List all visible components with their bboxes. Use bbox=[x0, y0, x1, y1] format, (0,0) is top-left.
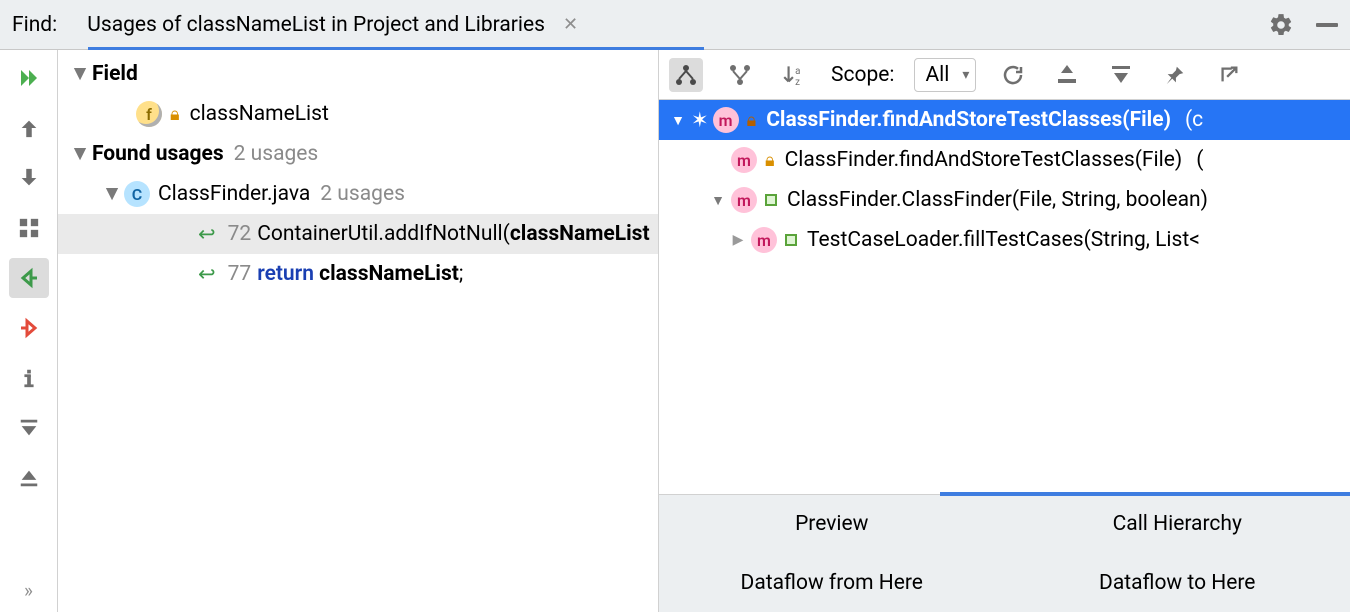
hierarchy-toolbar: az Scope: All bbox=[659, 50, 1350, 100]
field-icon: f bbox=[136, 101, 162, 127]
svg-text:z: z bbox=[795, 76, 800, 87]
autoscroll-icon[interactable] bbox=[1050, 58, 1084, 92]
file-name: ClassFinder.java bbox=[158, 182, 310, 206]
expand-bottom-icon[interactable] bbox=[9, 458, 49, 498]
more-icon[interactable]: » bbox=[24, 579, 33, 602]
tab-dataflow-from[interactable]: Dataflow from Here bbox=[659, 554, 1005, 612]
export-icon[interactable] bbox=[1212, 58, 1246, 92]
arrow-down-icon[interactable] bbox=[9, 158, 49, 198]
hier-method-name: TestCaseLoader.fillTestCases(String, Lis… bbox=[807, 228, 1200, 252]
pin-icon[interactable] bbox=[1158, 58, 1192, 92]
file-node[interactable]: ▼ C ClassFinder.java 2 usages bbox=[58, 174, 658, 214]
usages-tree: ▼ Field f 🔒︎ classNameList ▼ Found usage… bbox=[58, 50, 658, 612]
right-bottom-tabs: Preview Call Hierarchy Dataflow from Her… bbox=[659, 494, 1350, 612]
callee-hierarchy-icon[interactable] bbox=[669, 58, 703, 92]
usage-line-72[interactable]: ↩ 72 ContainerUtil.addIfNotNull( classNa… bbox=[58, 214, 658, 254]
field-section[interactable]: ▼ Field bbox=[58, 54, 658, 94]
chevron-down-icon: ▼ bbox=[68, 62, 92, 86]
info-icon[interactable] bbox=[9, 358, 49, 398]
public-icon bbox=[765, 194, 777, 206]
field-section-label: Field bbox=[92, 62, 138, 86]
field-name: classNameList bbox=[190, 102, 329, 126]
hier-root-row[interactable]: ▼ ✶ m 🔒︎ ClassFinder.findAndStoreTestCla… bbox=[659, 100, 1350, 140]
find-label: Find: bbox=[12, 13, 81, 37]
caller-hierarchy-icon[interactable] bbox=[723, 58, 757, 92]
gear-icon[interactable] bbox=[1268, 12, 1294, 38]
tab-preview[interactable]: Preview bbox=[659, 495, 1005, 554]
rerun-icon[interactable] bbox=[9, 58, 49, 98]
class-icon: C bbox=[124, 181, 150, 207]
chevron-down-icon: ▼ bbox=[665, 112, 691, 129]
line-number: 72 bbox=[228, 222, 252, 246]
svg-text:a: a bbox=[795, 65, 800, 76]
group-icon[interactable] bbox=[9, 208, 49, 248]
found-usages-section[interactable]: ▼ Found usages 2 usages bbox=[58, 134, 658, 174]
arrow-up-icon[interactable] bbox=[9, 108, 49, 148]
file-usage-count: 2 usages bbox=[320, 182, 405, 206]
hier-pkg: ( bbox=[1196, 148, 1203, 172]
lock-icon: 🔒︎ bbox=[170, 104, 180, 125]
star-icon: ✶ bbox=[691, 108, 709, 133]
usage-line-77[interactable]: ↩ 77 return classNameList ; bbox=[58, 254, 658, 294]
line-number: 77 bbox=[228, 262, 252, 286]
next-occurrence-icon[interactable] bbox=[9, 308, 49, 348]
method-icon: m bbox=[713, 107, 739, 133]
expand-all-icon[interactable] bbox=[1104, 58, 1138, 92]
highlighted-usage: classNameList bbox=[319, 262, 459, 286]
found-usages-label: Found usages bbox=[92, 142, 224, 166]
method-icon: m bbox=[731, 147, 757, 173]
hier-row-3[interactable]: ▼ m ClassFinder.ClassFinder(File, String… bbox=[659, 180, 1350, 220]
hier-row-2[interactable]: m 🔒︎ ClassFinder.findAndStoreTestClasses… bbox=[659, 140, 1350, 180]
method-icon: m bbox=[731, 187, 757, 213]
hier-method-name: ClassFinder.findAndStoreTestClasses(File… bbox=[785, 148, 1183, 172]
tab-dataflow-to[interactable]: Dataflow to Here bbox=[1005, 554, 1350, 612]
prev-occurrence-icon[interactable] bbox=[9, 258, 49, 298]
chevron-down-icon: ▼ bbox=[100, 182, 124, 206]
keyword: return bbox=[257, 262, 314, 286]
expand-top-icon[interactable] bbox=[9, 408, 49, 448]
hier-row-4[interactable]: ▶ m TestCaseLoader.fillTestCases(String,… bbox=[659, 220, 1350, 260]
find-header: Find: Usages of classNameList in Project… bbox=[0, 0, 1350, 50]
active-tab-indicator bbox=[940, 492, 1350, 496]
found-usages-count: 2 usages bbox=[234, 142, 319, 166]
public-icon bbox=[785, 234, 797, 246]
call-hierarchy-tree: ▼ ✶ m 🔒︎ ClassFinder.findAndStoreTestCla… bbox=[659, 100, 1350, 494]
lock-icon: 🔒︎ bbox=[765, 150, 775, 171]
highlighted-usage: classNameList bbox=[510, 222, 650, 246]
hier-method-name: ClassFinder.ClassFinder(File, String, bo… bbox=[787, 188, 1208, 212]
hier-method-name: ClassFinder.findAndStoreTestClasses(File… bbox=[766, 108, 1171, 132]
right-panel: az Scope: All ▼ bbox=[658, 50, 1350, 612]
chevron-down-icon: ▼ bbox=[705, 192, 731, 209]
scope-select[interactable]: All bbox=[914, 58, 976, 92]
scope-value: All bbox=[925, 63, 949, 87]
refresh-icon[interactable] bbox=[996, 58, 1030, 92]
minimize-icon[interactable] bbox=[1316, 23, 1338, 27]
field-item[interactable]: f 🔒︎ classNameList bbox=[58, 94, 658, 134]
write-access-icon: ↩ bbox=[198, 222, 216, 247]
tab-call-hierarchy[interactable]: Call Hierarchy bbox=[1005, 495, 1350, 554]
method-icon: m bbox=[751, 227, 777, 253]
scope-label: Scope: bbox=[831, 63, 894, 87]
code-prefix: ContainerUtil.addIfNotNull( bbox=[257, 222, 510, 246]
find-tab-title[interactable]: Usages of classNameList in Project and L… bbox=[81, 10, 551, 40]
lock-icon: 🔒︎ bbox=[747, 110, 757, 131]
write-access-icon: ↩ bbox=[198, 262, 216, 287]
chevron-right-icon: ▶ bbox=[725, 232, 751, 248]
sort-alpha-icon[interactable]: az bbox=[777, 58, 811, 92]
close-tab-icon[interactable]: ✕ bbox=[563, 14, 578, 35]
hier-pkg: (c bbox=[1185, 108, 1203, 132]
code-suffix: ; bbox=[459, 262, 463, 286]
left-action-gutter: » bbox=[0, 50, 58, 612]
chevron-down-icon: ▼ bbox=[68, 142, 92, 166]
